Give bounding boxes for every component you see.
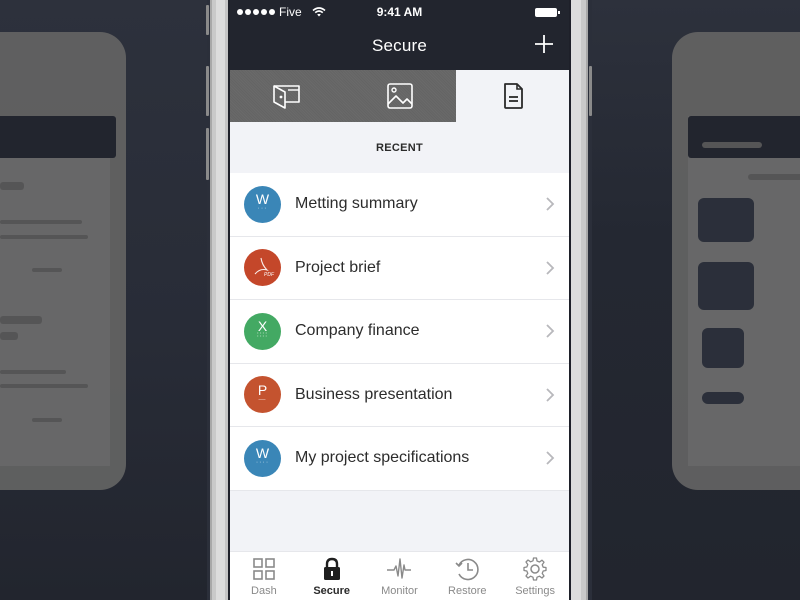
word-file-icon: W ···	[244, 185, 281, 223]
background-phone-right	[672, 32, 800, 490]
plus-icon[interactable]	[533, 33, 555, 55]
word-file-icon: W ····	[244, 439, 281, 477]
blurred-text	[0, 182, 24, 190]
background-phone-left	[0, 32, 126, 490]
blurred-text	[0, 370, 66, 374]
document-title: Business presentation	[295, 385, 453, 403]
tab-bar-item-dash[interactable]: Dash	[230, 552, 298, 600]
list-item[interactable]: X ∷∷ Company finance	[230, 300, 569, 364]
powerpoint-file-icon: P —	[244, 376, 281, 414]
tab-bar-label: Secure	[313, 585, 351, 597]
phone-frame-left	[207, 0, 230, 600]
chevron-right-icon	[546, 197, 555, 211]
lock-icon	[323, 557, 340, 580]
blurred-thumbnail	[702, 392, 744, 404]
tab-bar-label: Restore	[448, 585, 487, 597]
tab-bar-item-secure[interactable]: Secure	[298, 552, 366, 600]
list-item[interactable]: PDF Project brief	[230, 236, 569, 300]
background-phone-screen	[0, 116, 110, 466]
image-icon	[386, 83, 413, 109]
battery-icon	[535, 8, 560, 17]
blurred-text	[0, 220, 82, 224]
pdf-file-icon: PDF	[244, 249, 281, 287]
blurred-thumbnail	[702, 328, 744, 368]
page-title: Secure	[371, 36, 428, 55]
status-time: 9:41 AM	[376, 5, 423, 19]
blurred-text	[0, 235, 88, 239]
tab-bar-label: Dash	[251, 585, 277, 597]
blurred-text	[32, 418, 62, 422]
grid-icon	[253, 558, 275, 580]
document-title: Project brief	[295, 258, 381, 276]
blurred-thumbnail	[698, 198, 754, 242]
pdf-glyph-icon: PDF	[254, 258, 275, 278]
document-title: Company finance	[295, 322, 420, 340]
tab-bar-item-monitor[interactable]: Monitor	[366, 552, 434, 600]
blurred-text	[32, 268, 62, 272]
document-title: My project specifications	[295, 449, 470, 467]
tab-bar-label: Monitor	[381, 585, 418, 597]
list-item[interactable]: W ···· My project specifications	[230, 427, 569, 491]
tab-bar-item-restore[interactable]: Restore	[433, 552, 501, 600]
chevron-right-icon	[546, 324, 555, 338]
category-tabs	[230, 70, 569, 122]
pulse-icon	[387, 558, 412, 579]
phone-volume-up-button	[206, 66, 209, 116]
chevron-right-icon	[546, 388, 555, 402]
background-phone-navbar	[688, 116, 800, 158]
tab-bar-label: Settings	[515, 585, 555, 597]
chevron-right-icon	[546, 451, 555, 465]
blurred-text	[702, 142, 762, 148]
phone-power-button	[589, 66, 592, 116]
document-icon	[503, 83, 523, 109]
blurred-text	[0, 316, 42, 324]
bottom-tab-bar: Dash Secure Monitor Restore Settings	[230, 551, 569, 600]
tab-documents[interactable]	[456, 70, 569, 122]
tab-photos[interactable]	[343, 70, 456, 122]
blurred-thumbnail	[698, 262, 754, 310]
blurred-text	[0, 332, 18, 340]
list-item[interactable]: W ··· Metting summary	[230, 173, 569, 237]
phone-volume-down-button	[206, 128, 209, 180]
phone-side-button	[206, 5, 209, 35]
svg-text:PDF: PDF	[264, 272, 275, 278]
status-bar: Five 9:41 AM	[230, 0, 569, 24]
blurred-text	[748, 174, 800, 180]
list-item[interactable]: P — Business presentation	[230, 363, 569, 427]
wallet-icon	[272, 85, 300, 109]
gear-icon	[523, 557, 547, 581]
tab-bar-item-settings[interactable]: Settings	[501, 552, 569, 600]
history-icon	[455, 558, 479, 581]
document-title: Metting summary	[295, 195, 418, 213]
background-phone-navbar	[0, 116, 116, 158]
phone-screen: Five 9:41 AM Secure RECENT W ··· Metting…	[230, 0, 569, 600]
recent-documents-list: W ··· Metting summary PDF Project brief X…	[230, 173, 569, 491]
section-header-recent: RECENT	[375, 141, 424, 154]
chevron-right-icon	[546, 261, 555, 275]
blurred-text	[0, 384, 88, 388]
navigation-bar: Secure	[230, 24, 569, 70]
excel-file-icon: X ∷∷	[244, 312, 281, 350]
tab-wallet[interactable]	[230, 70, 343, 122]
